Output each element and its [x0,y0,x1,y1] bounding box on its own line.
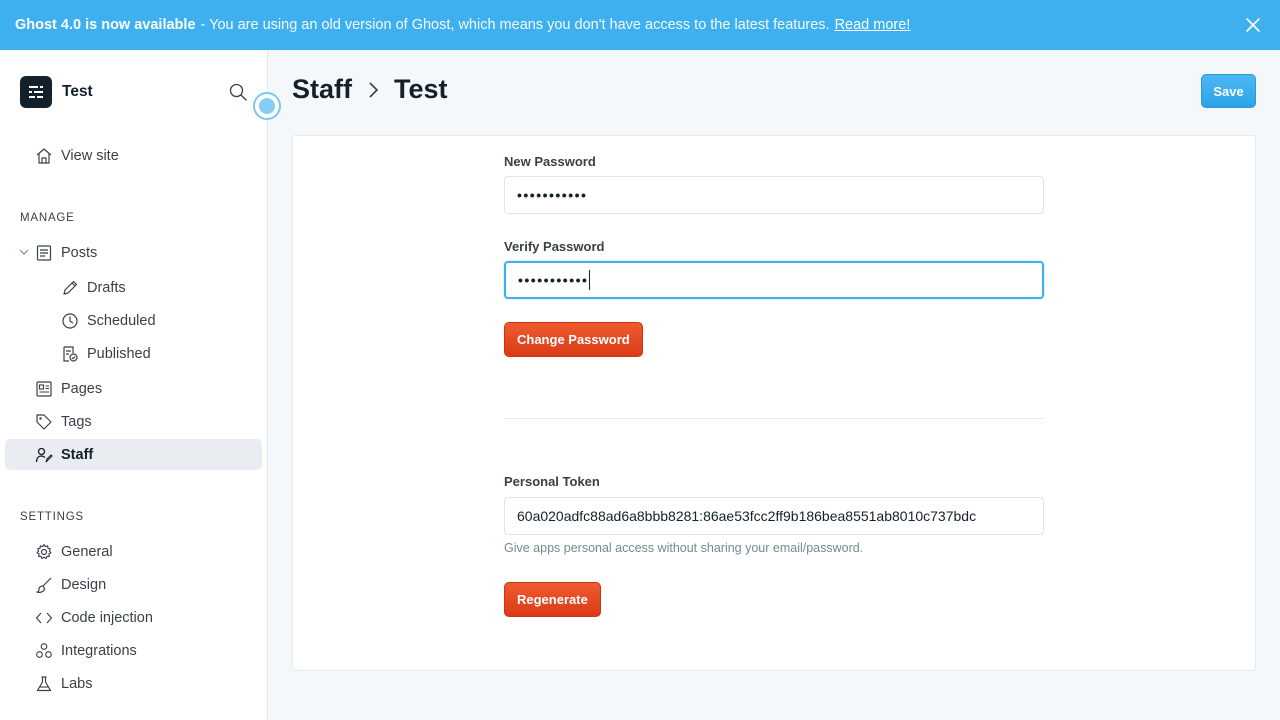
token-help-text: Give apps personal access without sharin… [504,541,864,555]
banner-read-more-link[interactable]: Read more! [835,17,911,33]
clock-icon [62,313,78,329]
banner-message: - You are using an old version of Ghost,… [200,17,830,33]
gear-icon [36,543,52,560]
nav-code-injection[interactable]: Code injection [5,602,262,633]
sidebar: Test View site MANAGE Posts Drafts Sched… [0,50,268,720]
nav-integrations[interactable]: Integrations [5,635,262,666]
brand[interactable]: Test [20,76,93,108]
chevron-down-icon[interactable] [19,247,29,257]
manage-section-label: MANAGE [20,212,75,224]
tag-icon [36,414,52,430]
settings-section-label: SETTINGS [20,511,84,523]
personal-token-label: Personal Token [504,474,600,489]
change-password-button[interactable]: Change Password [504,322,643,357]
personal-token-field[interactable]: 60a020adfc88ad6a8bbb8281:86ae53fcc2ff9b1… [504,497,1044,535]
nav-labs[interactable]: Labs [5,668,262,699]
posts-icon [36,245,52,261]
page-title: Test [394,74,448,104]
nav-view-site[interactable]: View site [5,140,262,171]
nav-pages[interactable]: Pages [5,373,262,404]
pencil-icon [63,280,78,295]
save-button[interactable]: Save [1201,74,1256,108]
nav-tags[interactable]: Tags [5,406,262,437]
verify-password-label: Verify Password [504,239,605,254]
flask-icon [36,676,52,692]
nav-scheduled[interactable]: Scheduled [5,305,262,336]
nav-general[interactable]: General [5,536,262,567]
new-password-input[interactable]: ••••••••••• [504,176,1044,214]
close-icon[interactable] [1244,16,1262,34]
breadcrumb: Staff Test [292,74,448,105]
password-token-card [292,135,1256,671]
upgrade-banner: Ghost 4.0 is now available - You are usi… [0,0,1280,50]
verify-password-input[interactable]: ••••••••••• [504,261,1044,299]
chevron-right-icon [369,81,379,98]
code-icon [35,612,53,624]
text-cursor [589,270,591,290]
breadcrumb-staff-link[interactable]: Staff [292,74,352,105]
staff-icon [35,447,53,463]
home-icon [36,148,52,164]
site-name: Test [62,83,93,100]
loading-indicator [253,92,281,120]
nav-drafts[interactable]: Drafts [5,272,262,303]
integrations-icon [36,643,52,658]
nav-published[interactable]: Published [5,338,262,369]
new-password-label: New Password [504,154,596,169]
nav-staff[interactable]: Staff [5,439,262,470]
ghost-logo-icon [20,76,52,108]
nav-posts[interactable]: Posts [5,237,262,268]
search-icon[interactable] [228,82,248,102]
published-icon [63,346,78,362]
banner-title: Ghost 4.0 is now available [15,17,196,33]
brush-icon [36,577,52,593]
section-divider [504,418,1044,419]
regenerate-button[interactable]: Regenerate [504,582,601,617]
pages-icon [36,381,52,397]
nav-design[interactable]: Design [5,569,262,600]
